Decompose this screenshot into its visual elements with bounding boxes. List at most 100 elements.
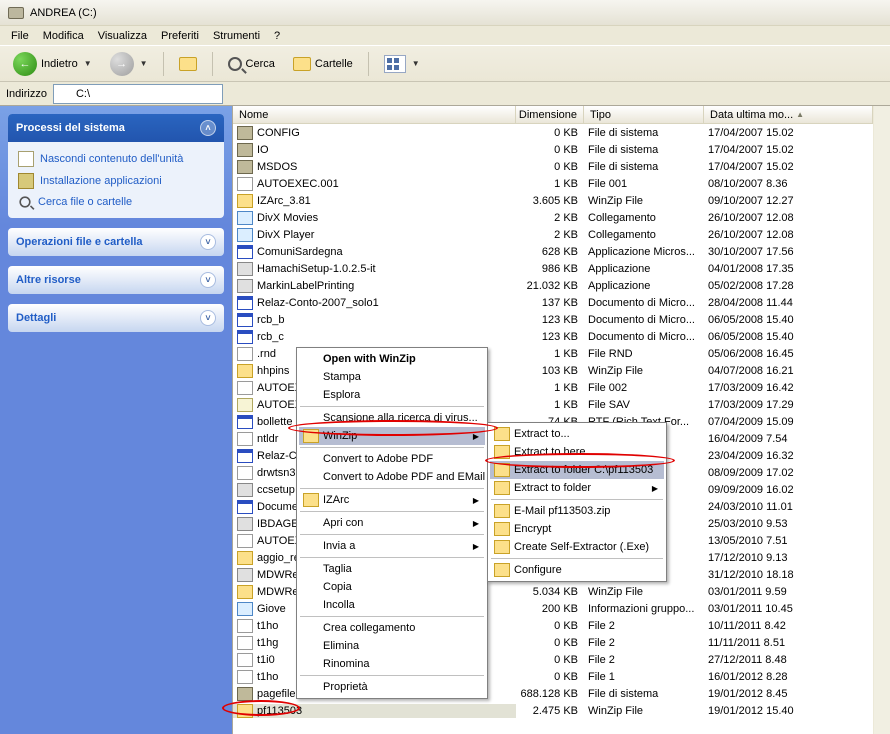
file-icon	[237, 466, 253, 480]
file-row[interactable]: IO0 KBFile di sistema17/04/2007 15.02	[233, 141, 873, 158]
window-title: ANDREA (C:)	[30, 7, 97, 19]
file-icon	[237, 585, 253, 599]
file-date: 08/10/2007 8.36	[704, 178, 873, 190]
file-name: .rnd	[257, 348, 276, 360]
winzip-icon	[303, 429, 319, 443]
file-row[interactable]: pf1135032.475 KBWinZip File19/01/2012 15…	[233, 702, 873, 719]
panel-operazioni-head[interactable]: Operazioni file e cartella˅	[8, 228, 224, 256]
file-row[interactable]: DivX Movies2 KBCollegamento26/10/2007 12…	[233, 209, 873, 226]
separator	[212, 52, 213, 76]
panel-dettagli-head[interactable]: Dettagli˅	[8, 304, 224, 332]
sidebar-hide-drive[interactable]: Nascondi contenuto dell'unità	[18, 148, 214, 170]
file-icon	[237, 245, 253, 259]
ctx-paste[interactable]: Incolla	[299, 596, 485, 614]
toolbar: Indietro ▼ ▼ Cerca Cartelle ▼	[0, 46, 890, 82]
sub-email[interactable]: E-Mail pf113503.zip	[490, 502, 664, 520]
col-type[interactable]: Tipo	[584, 106, 704, 123]
file-name: ComuniSardegna	[257, 246, 343, 258]
file-row[interactable]: DivX Player2 KBCollegamento26/10/2007 12…	[233, 226, 873, 243]
ctx-copy[interactable]: Copia	[299, 578, 485, 596]
file-date: 05/02/2008 17.28	[704, 280, 873, 292]
ctx-properties[interactable]: Proprietà	[299, 678, 485, 696]
file-row[interactable]: MSDOS0 KBFile di sistema17/04/2007 15.02	[233, 158, 873, 175]
file-type: File di sistema	[584, 161, 704, 173]
ctx-label: Configure	[514, 564, 562, 576]
view-button[interactable]: ▼	[377, 51, 427, 77]
file-row[interactable]: Relaz-Conto-2007_solo1137 KBDocumento di…	[233, 294, 873, 311]
search-icon	[19, 196, 30, 207]
ctx-scan-virus[interactable]: Scansione alla ricerca di virus...	[299, 409, 485, 427]
col-name[interactable]: Nome	[233, 106, 516, 123]
panel-altre-head[interactable]: Altre risorse˅	[8, 266, 224, 294]
ctx-open-with[interactable]: Apri con	[299, 514, 485, 532]
forward-button[interactable]: ▼	[103, 48, 155, 80]
file-row[interactable]: rcb_c123 KBDocumento di Micro...06/05/20…	[233, 328, 873, 345]
menu-fav[interactable]: Preferiti	[154, 30, 206, 42]
ctx-winzip[interactable]: WinZip	[299, 427, 485, 445]
menu-view[interactable]: Visualizza	[91, 30, 154, 42]
ctx-label: Create Self-Extractor (.Exe)	[514, 541, 649, 553]
file-icon	[237, 687, 253, 701]
panel-processi-head[interactable]: Processi del sistema ˄	[8, 114, 224, 142]
file-type: File SAV	[584, 399, 704, 411]
search-button[interactable]: Cerca	[221, 53, 282, 75]
ctx-explore[interactable]: Esplora	[299, 386, 485, 404]
scrollbar[interactable]	[873, 106, 890, 734]
file-date: 04/01/2008 17.35	[704, 263, 873, 275]
sub-self-extractor[interactable]: Create Self-Extractor (.Exe)	[490, 538, 664, 556]
col-dim[interactable]: Dimensione	[516, 106, 584, 123]
file-date: 04/07/2008 16.21	[704, 365, 873, 377]
back-button[interactable]: Indietro ▼	[6, 48, 99, 80]
file-size: 1 KB	[516, 399, 584, 411]
sub-extract-here[interactable]: Extract to here	[490, 443, 664, 461]
sub-extract-folder-path[interactable]: Extract to folder C:\pf113503	[490, 461, 664, 479]
col-date[interactable]: Data ultima mo...▲	[704, 106, 873, 123]
ctx-convert-pdf[interactable]: Convert to Adobe PDF	[299, 450, 485, 468]
file-row[interactable]: CONFIG0 KBFile di sistema17/04/2007 15.0…	[233, 124, 873, 141]
sub-extract-to[interactable]: Extract to...	[490, 425, 664, 443]
file-date: 19/01/2012 8.45	[704, 688, 873, 700]
file-row[interactable]: rcb_b123 KBDocumento di Micro...06/05/20…	[233, 311, 873, 328]
file-size: 2 KB	[516, 212, 584, 224]
menu-help[interactable]: ?	[267, 30, 287, 42]
file-row[interactable]: MarkinLabelPrinting21.032 KBApplicazione…	[233, 277, 873, 294]
file-row[interactable]: AUTOEXEC.0011 KBFile 00108/10/2007 8.36	[233, 175, 873, 192]
file-size: 628 KB	[516, 246, 584, 258]
file-name: pagefile	[257, 688, 296, 700]
winzip-submenu: Extract to... Extract to here Extract to…	[487, 422, 667, 582]
ctx-rename[interactable]: Rinomina	[299, 655, 485, 673]
file-icon	[237, 500, 253, 514]
file-name: MarkinLabelPrinting	[257, 280, 354, 292]
file-row[interactable]: ComuniSardegna628 KBApplicazione Micros.…	[233, 243, 873, 260]
menu-file[interactable]: File	[4, 30, 36, 42]
file-name: IZArc_3.81	[257, 195, 311, 207]
sub-extract-folder[interactable]: Extract to folder	[490, 479, 664, 497]
menu-edit[interactable]: Modifica	[36, 30, 91, 42]
sidebar-search-files[interactable]: Cerca file o cartelle	[18, 192, 214, 212]
file-name: rcb_b	[257, 314, 285, 326]
ctx-delete[interactable]: Elimina	[299, 637, 485, 655]
file-date: 17/04/2007 15.02	[704, 127, 873, 139]
file-row[interactable]: HamachiSetup-1.0.2.5-it986 KBApplicazion…	[233, 260, 873, 277]
up-button[interactable]	[172, 53, 204, 75]
sidebar-item-label: Installazione applicazioni	[40, 175, 162, 187]
ctx-create-link[interactable]: Crea collegamento	[299, 619, 485, 637]
address-input[interactable]	[53, 84, 223, 104]
file-date: 03/01/2011 10.45	[704, 603, 873, 615]
file-type: Collegamento	[584, 212, 704, 224]
sub-configure[interactable]: Configure	[490, 561, 664, 579]
ctx-send-to[interactable]: Invia a	[299, 537, 485, 555]
menu-tools[interactable]: Strumenti	[206, 30, 267, 42]
sidebar-install-apps[interactable]: Installazione applicazioni	[18, 170, 214, 192]
ctx-convert-pdf-email[interactable]: Convert to Adobe PDF and EMail	[299, 468, 485, 486]
ctx-cut[interactable]: Taglia	[299, 560, 485, 578]
file-type: Documento di Micro...	[584, 331, 704, 343]
file-type: Applicazione	[584, 280, 704, 292]
folders-button[interactable]: Cartelle	[286, 53, 360, 75]
file-row[interactable]: IZArc_3.813.605 KBWinZip File09/10/2007 …	[233, 192, 873, 209]
ctx-open-winzip[interactable]: Open with WinZip	[299, 350, 485, 368]
ctx-print[interactable]: Stampa	[299, 368, 485, 386]
file-size: 1 KB	[516, 178, 584, 190]
sub-encrypt[interactable]: Encrypt	[490, 520, 664, 538]
ctx-izarc[interactable]: IZArc	[299, 491, 485, 509]
